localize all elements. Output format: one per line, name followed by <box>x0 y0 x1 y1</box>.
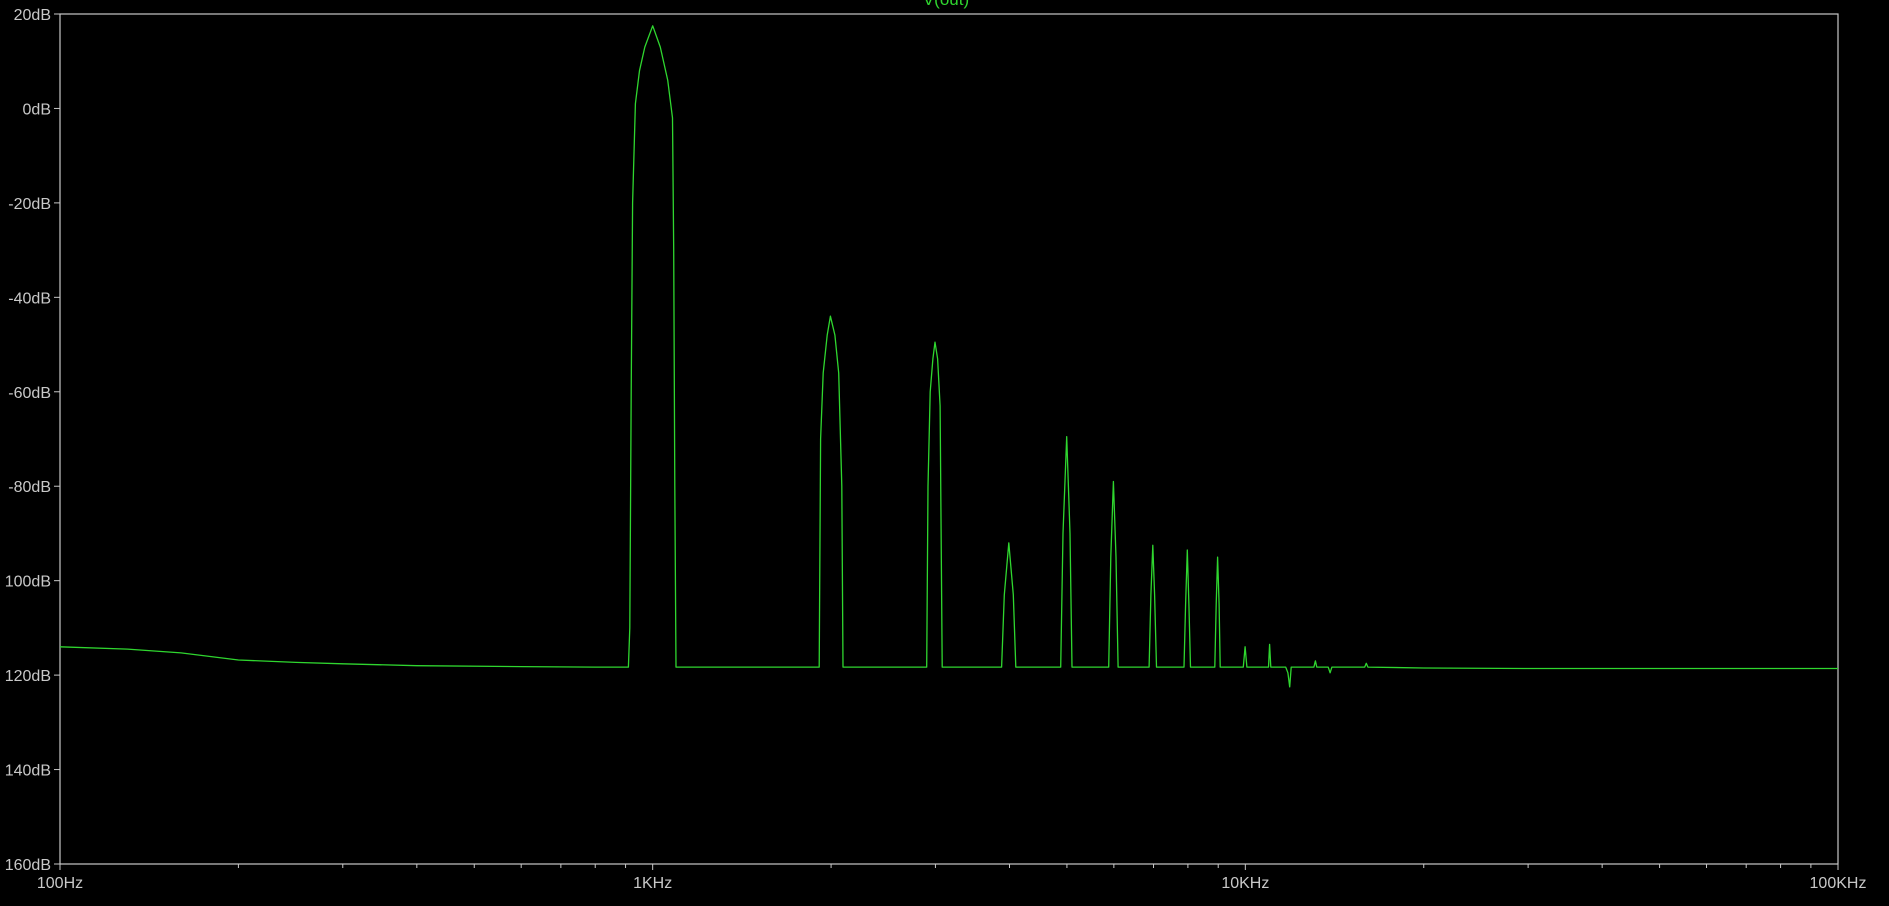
chart-background <box>0 0 1889 901</box>
y-tick-label: -80dB <box>8 479 51 496</box>
y-tick-label: 160dB <box>5 857 51 874</box>
y-tick-label: 0dB <box>23 101 51 118</box>
y-tick-label: 20dB <box>14 7 51 24</box>
x-tick-label: 100KHz <box>1810 875 1867 892</box>
y-tick-label: -40dB <box>8 290 51 307</box>
chart-title: V(out) <box>923 0 969 9</box>
x-tick-label: 100Hz <box>37 875 83 892</box>
y-tick-label: 140dB <box>5 763 51 780</box>
y-tick-label: 100dB <box>5 574 51 591</box>
plot-area: V(out) 20dB 0dB -20dB -40dB -60dB -80dB 100dB 1… <box>0 0 1889 901</box>
x-tick-label: 10KHz <box>1221 875 1269 892</box>
y-tick-label: 120dB <box>5 668 51 685</box>
y-tick-label: -60dB <box>8 385 51 402</box>
spectrum-chart: V(out) 20dB 0dB -20dB -40dB -60dB -80dB 100dB 1… <box>0 0 1889 901</box>
y-tick-label: -20dB <box>8 196 51 213</box>
x-tick-label: 1KHz <box>633 875 672 892</box>
